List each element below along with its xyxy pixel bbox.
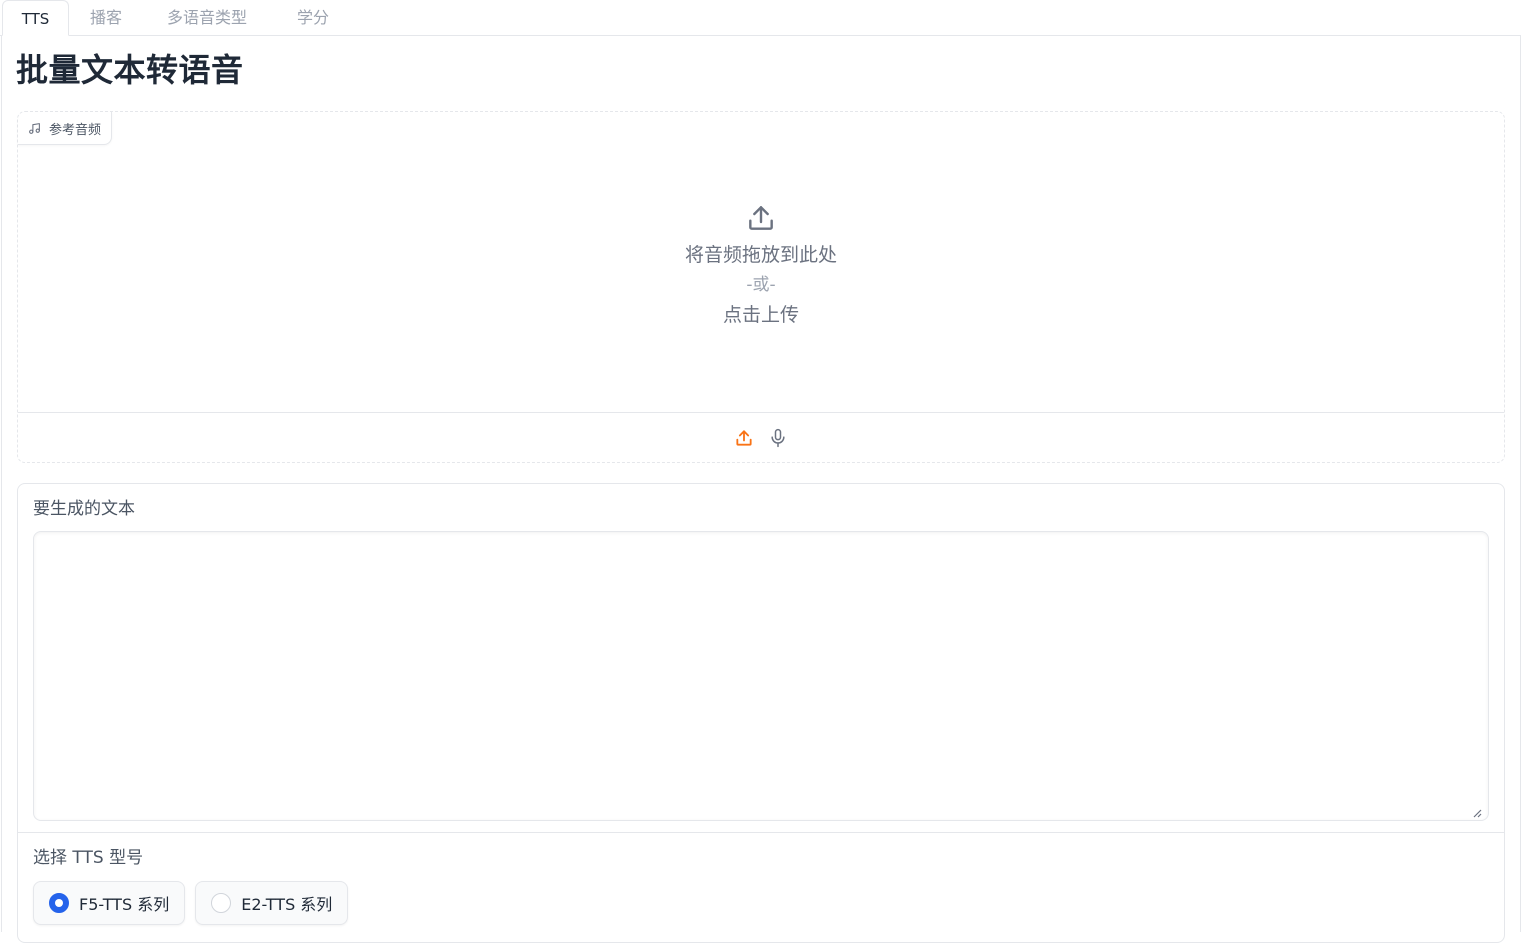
reference-audio-label: 参考音频: [18, 112, 113, 145]
audio-drop-zone[interactable]: 将音频拖放到此处 -或- 点击上传: [18, 112, 1504, 412]
tab-bar: TTS 播客 多语音类型 学分: [0, 0, 1522, 36]
radio-e2-tts[interactable]: E2-TTS 系列: [195, 881, 349, 925]
drop-or-text: -或-: [746, 275, 776, 295]
text-generation-block: 要生成的文本 选择 TTS 型号 F5-TTS 系列 E2-TTS 系列: [17, 483, 1505, 943]
drop-hint-text: 将音频拖放到此处: [684, 244, 837, 266]
model-select-label: 选择 TTS 型号: [33, 848, 144, 868]
microphone-icon: [771, 428, 785, 448]
audio-source-toolbar: [18, 412, 1504, 463]
tab-podcast[interactable]: 播客: [90, 0, 122, 36]
radio-checked-indicator: [49, 893, 69, 913]
model-radio-group: F5-TTS 系列 E2-TTS 系列: [33, 881, 349, 925]
microphone-source-button[interactable]: [768, 426, 788, 450]
radio-e2-tts-label: E2-TTS 系列: [241, 895, 333, 914]
section-divider: [18, 832, 1504, 833]
music-note-icon: [29, 122, 40, 134]
text-input[interactable]: [33, 531, 1489, 821]
resize-handle-icon[interactable]: [1472, 808, 1482, 818]
tab-credits[interactable]: 学分: [297, 0, 329, 36]
reference-audio-label-text: 参考音频: [49, 122, 102, 138]
tab-tts[interactable]: TTS: [2, 0, 69, 36]
click-upload-text: 点击上传: [722, 304, 799, 326]
text-input-label: 要生成的文本: [33, 499, 135, 519]
radio-f5-tts-label: F5-TTS 系列: [79, 895, 170, 914]
drop-content: 将音频拖放到此处 -或- 点击上传: [18, 202, 1504, 330]
page-title: 批量文本转语音: [16, 51, 244, 89]
tab-multi-speech[interactable]: 多语音类型: [167, 0, 247, 36]
upload-source-button[interactable]: [734, 426, 754, 450]
radio-unchecked-indicator: [211, 893, 232, 913]
upload-icon: [736, 430, 752, 446]
reference-audio-block: 将音频拖放到此处 -或- 点击上传 参考音频: [17, 111, 1505, 463]
radio-f5-tts[interactable]: F5-TTS 系列: [33, 881, 186, 925]
upload-icon: [749, 206, 773, 230]
